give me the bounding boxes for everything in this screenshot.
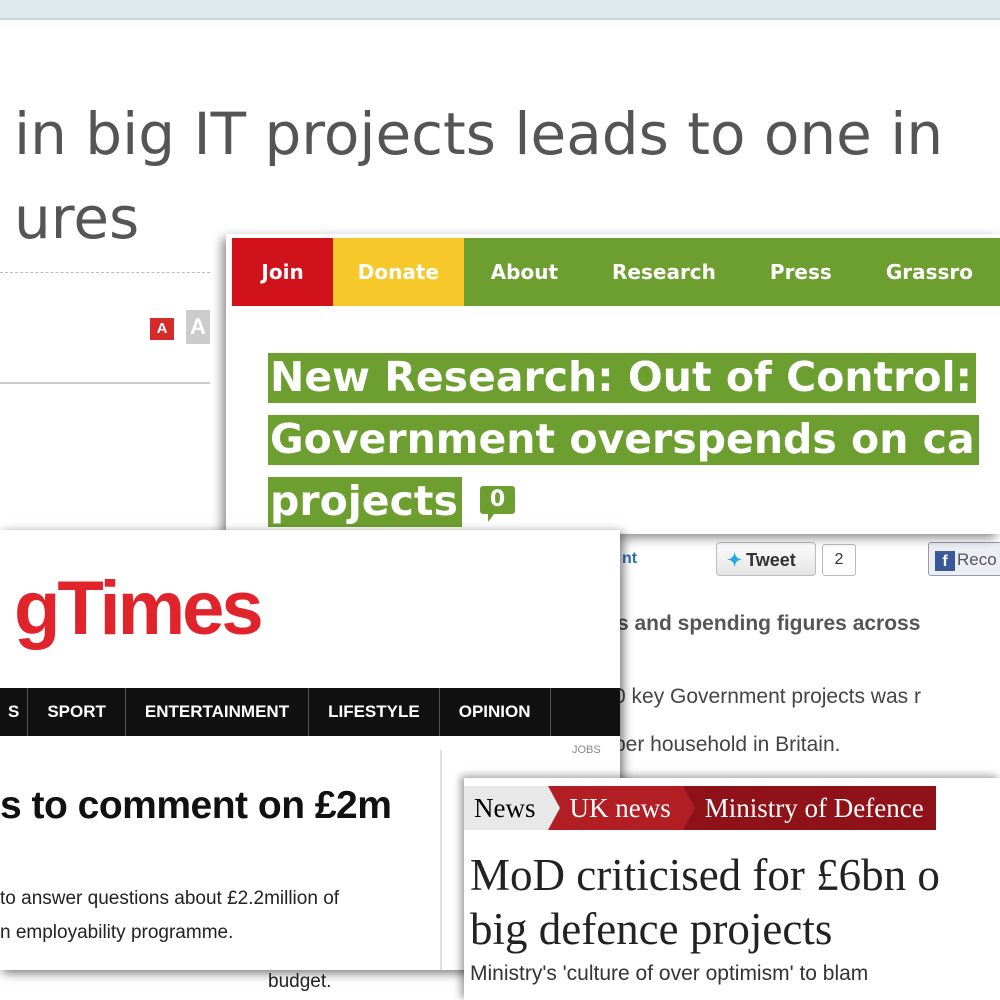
decrease-font-button[interactable]: A bbox=[150, 318, 174, 340]
headline-line-1: in big IT projects leads to one in bbox=[14, 100, 944, 168]
facebook-label: Reco bbox=[957, 550, 997, 569]
nav-donate[interactable]: Donate bbox=[333, 238, 464, 306]
tabloid-headline: s to comment on £2m bbox=[0, 784, 392, 827]
tweet-count: 2 bbox=[822, 544, 856, 576]
standfirst: Ministry's 'culture of over optimism' to… bbox=[470, 962, 869, 985]
title-line-3: projects bbox=[268, 477, 462, 527]
comment-bubble-icon[interactable]: 0 bbox=[479, 486, 516, 522]
breadcrumb-label: Ministry of Defence bbox=[704, 793, 924, 823]
broadsheet-headline: MoD criticised for £6bn o big defence pr… bbox=[470, 848, 940, 956]
window-top-border bbox=[0, 0, 1000, 20]
breadcrumb-label: News bbox=[474, 793, 536, 823]
article-body-line: 0 key Government projects was r bbox=[614, 685, 921, 708]
broadsheet-clipping: News UK news Ministry of Defence MoD cri… bbox=[464, 778, 1000, 1000]
nav-join[interactable]: Join bbox=[232, 238, 334, 306]
breadcrumb-ministry-of-defence[interactable]: Ministry of Defence bbox=[682, 786, 936, 830]
breadcrumb-label: UK news bbox=[569, 793, 671, 823]
article-body-line: n employability programme. bbox=[0, 922, 234, 943]
nav-opinion[interactable]: OPINION bbox=[440, 688, 551, 736]
newspaper-masthead-logo: gTimes bbox=[14, 566, 264, 651]
article-body-fragment: budget. bbox=[268, 971, 332, 992]
increase-font-button[interactable]: A bbox=[186, 310, 210, 344]
article-subheading: ts and spending figures across bbox=[610, 612, 921, 635]
nav-research[interactable]: Research bbox=[585, 238, 743, 306]
article-body-line: per household in Britain. bbox=[614, 733, 841, 756]
nav-lifestyle[interactable]: LIFESTYLE bbox=[309, 688, 440, 736]
headline-line-1: MoD criticised for £6bn o bbox=[470, 850, 940, 900]
facebook-icon: f bbox=[935, 550, 955, 571]
breadcrumb-news[interactable]: News bbox=[464, 786, 560, 830]
tweet-button[interactable]: ✦ Tweet bbox=[716, 542, 816, 576]
comment-link[interactable]: nt bbox=[622, 550, 637, 568]
divider bbox=[0, 272, 210, 273]
column-divider bbox=[440, 750, 442, 970]
chevron-right-icon bbox=[547, 786, 560, 830]
nav-entertainment[interactable]: ENTERTAINMENT bbox=[126, 688, 310, 736]
nav-news[interactable]: S bbox=[0, 688, 29, 736]
nav-press[interactable]: Press bbox=[742, 238, 859, 306]
chevron-right-icon bbox=[682, 786, 695, 830]
divider bbox=[0, 382, 210, 384]
campaign-site-clipping: Join Donate About Research Press Grassro… bbox=[226, 234, 1000, 534]
jobs-link[interactable]: JOBS bbox=[572, 744, 601, 756]
title-line-1: New Research: Out of Control: bbox=[268, 353, 976, 403]
twitter-bird-icon: ✦ bbox=[727, 550, 743, 570]
article-body-line: to answer questions about £2.2million of bbox=[0, 888, 340, 909]
headline-line-2: ures bbox=[14, 184, 140, 252]
tabloid-navigation: S SPORT ENTERTAINMENT LIFESTYLE OPINION bbox=[0, 688, 620, 736]
nav-about[interactable]: About bbox=[463, 238, 586, 306]
breadcrumb: News UK news Ministry of Defence bbox=[464, 786, 1000, 830]
research-title: New Research: Out of Control: Government… bbox=[268, 346, 1000, 532]
title-line-2: Government overspends on ca bbox=[268, 415, 979, 465]
nav-grassroots[interactable]: Grassro bbox=[858, 238, 1000, 306]
breadcrumb-uk-news[interactable]: UK news bbox=[547, 786, 695, 830]
facebook-recommend-button[interactable]: f Reco bbox=[928, 542, 1000, 576]
tweet-label: Tweet bbox=[746, 550, 796, 570]
headline-line-2: big defence projects bbox=[470, 904, 833, 954]
campaign-article-body: nt ✦ Tweet 2 f Reco ts and spending figure… bbox=[560, 520, 1000, 770]
site-navigation: Join Donate About Research Press Grassro bbox=[232, 238, 1000, 306]
nav-sport[interactable]: SPORT bbox=[28, 688, 126, 736]
